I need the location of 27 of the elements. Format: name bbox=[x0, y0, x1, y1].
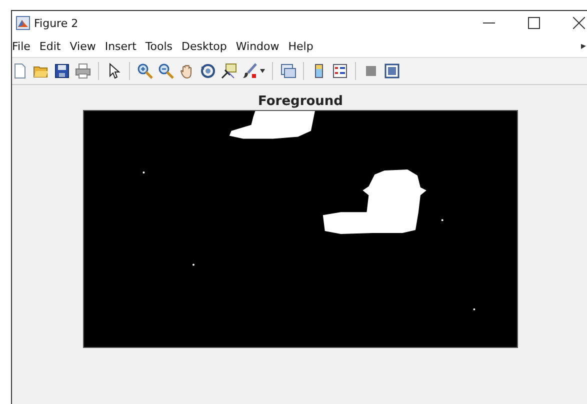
data-cursor-icon[interactable] bbox=[221, 63, 237, 79]
app-icon bbox=[16, 16, 30, 30]
menu-item[interactable]: Help bbox=[288, 40, 314, 52]
menu-item[interactable]: Insert bbox=[104, 40, 136, 52]
zoom-in-icon[interactable] bbox=[137, 63, 153, 79]
new-file-icon[interactable] bbox=[12, 63, 28, 79]
print-icon[interactable] bbox=[75, 63, 91, 79]
window-title: Figure 2 bbox=[34, 16, 78, 30]
caret-icon[interactable] bbox=[260, 69, 265, 73]
brush-icon[interactable] bbox=[242, 63, 258, 79]
save-icon[interactable] bbox=[54, 63, 70, 79]
menu-item[interactable]: Window bbox=[236, 40, 280, 52]
menu-item[interactable]: Tools bbox=[145, 40, 173, 52]
rotate-icon[interactable] bbox=[200, 63, 216, 79]
zoom-out-icon[interactable] bbox=[158, 63, 174, 79]
menu-item[interactable]: View bbox=[70, 40, 96, 52]
menu-item[interactable]: Desktop bbox=[182, 40, 227, 52]
window-panel-icon[interactable] bbox=[384, 63, 400, 79]
menu-item[interactable]: File bbox=[12, 40, 30, 52]
maximize-icon[interactable] bbox=[528, 17, 540, 29]
linked-plot-icon[interactable] bbox=[280, 63, 296, 79]
axes-title: Foreground bbox=[257, 93, 344, 110]
menu-item[interactable]: Edit bbox=[39, 40, 61, 52]
overflow-arrow-icon[interactable] bbox=[581, 44, 586, 48]
square-icon[interactable] bbox=[363, 63, 379, 79]
legend-icon[interactable] bbox=[332, 63, 348, 79]
close-icon[interactable] bbox=[573, 17, 585, 29]
